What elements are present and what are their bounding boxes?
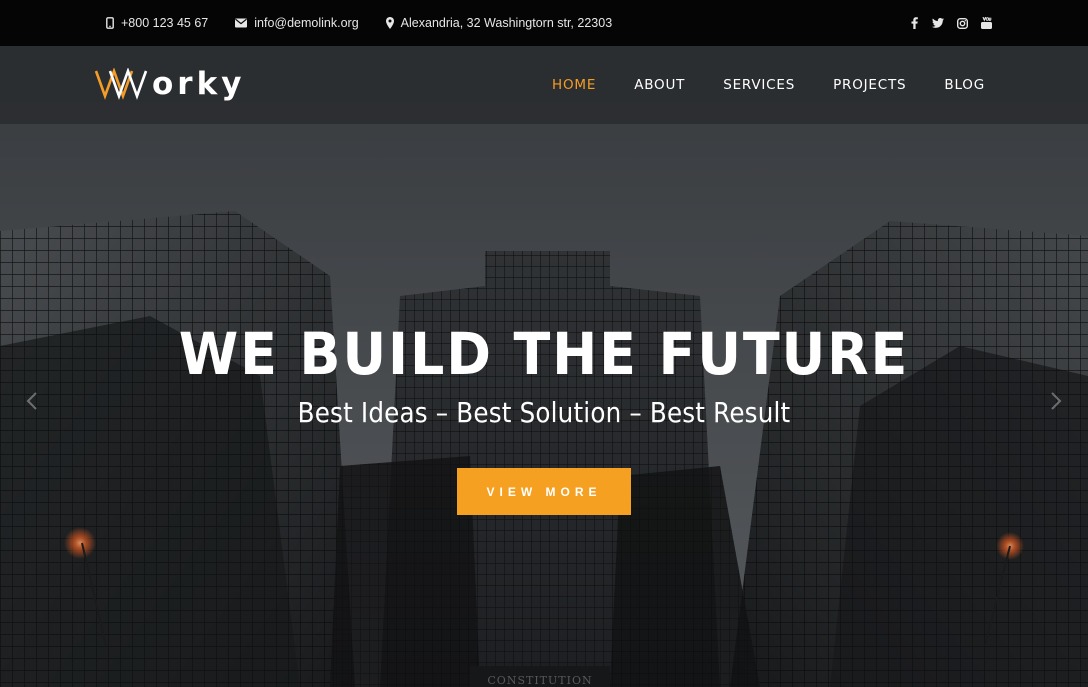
nav-projects[interactable]: PROJECTS (833, 77, 906, 93)
logo-w-mark (94, 68, 148, 100)
main-navbar: orky HOME ABOUT SERVICES PROJECTS BLOG (0, 46, 1088, 124)
main-nav: HOME ABOUT SERVICES PROJECTS BLOG (514, 46, 985, 124)
facebook-icon[interactable] (908, 17, 920, 29)
nav-services[interactable]: SERVICES (723, 77, 795, 93)
address-info: Alexandria, 32 Washingtorn str, 22303 (385, 16, 613, 30)
twitter-icon[interactable] (932, 17, 944, 29)
top-info-bar: +800 123 45 67 info@demolink.org Alexand… (0, 0, 1088, 46)
slider-next-arrow[interactable] (1044, 389, 1068, 413)
phone-info: +800 123 45 67 (106, 16, 208, 30)
slider-prev-arrow[interactable] (20, 389, 44, 413)
map-marker-icon (385, 17, 394, 29)
chevron-right-icon (1051, 392, 1062, 410)
instagram-icon[interactable] (956, 17, 968, 29)
site-logo[interactable]: orky (94, 68, 245, 100)
logo-text: orky (152, 65, 246, 102)
nav-about[interactable]: ABOUT (634, 77, 685, 93)
contact-info: +800 123 45 67 info@demolink.org Alexand… (106, 0, 639, 46)
hero-subline: Best Ideas – Best Solution – Best Result (297, 396, 791, 429)
youtube-icon[interactable] (980, 17, 992, 29)
envelope-icon (235, 18, 248, 28)
hero-headline: WE BUILD THE FUTURE (178, 320, 910, 388)
nav-home[interactable]: HOME (552, 77, 596, 93)
chevron-left-icon (26, 392, 37, 410)
phone-text: +800 123 45 67 (121, 16, 209, 30)
email-info: info@demolink.org (235, 16, 359, 30)
social-links (896, 0, 992, 46)
address-text: Alexandria, 32 Washingtorn str, 22303 (400, 16, 613, 30)
email-link[interactable]: info@demolink.org (254, 16, 358, 30)
nav-blog[interactable]: BLOG (944, 77, 985, 93)
view-more-button[interactable]: VIEW MORE (457, 468, 631, 515)
mobile-phone-icon (106, 17, 114, 29)
